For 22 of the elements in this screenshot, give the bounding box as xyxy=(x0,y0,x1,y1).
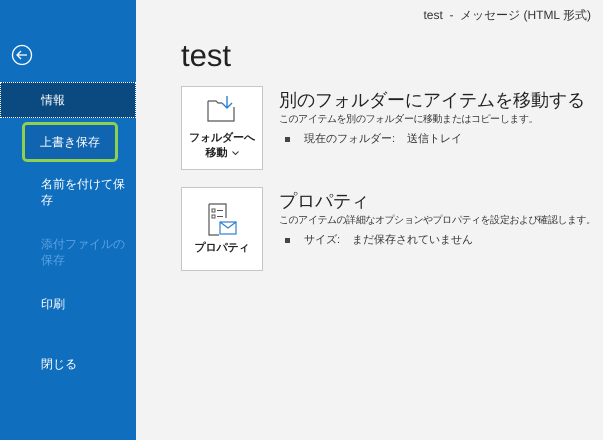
properties-button[interactable]: プロパティ xyxy=(181,187,263,271)
bullet-icon xyxy=(285,136,290,142)
sidebar-item[interactable]: 上書き保存 xyxy=(22,122,118,162)
page-heading: test xyxy=(181,38,232,74)
sidebar-item[interactable]: 閉じる xyxy=(0,346,136,402)
section-description: このアイテムの詳細なオプションやプロパティを設定および確認します。 xyxy=(279,214,596,228)
section-description: このアイテムを別のフォルダーに移動またはコピーします。 xyxy=(279,113,540,127)
sidebar-item[interactable]: 名前を付けて保存 xyxy=(0,166,136,222)
detail-label: サイズ: xyxy=(304,233,340,248)
detail-label: 現在のフォルダー: xyxy=(304,132,396,147)
bullet-icon xyxy=(285,238,290,243)
section-title: プロパティ xyxy=(279,190,370,213)
chevron-down-icon xyxy=(232,150,238,156)
detail-value: まだ保存されていません xyxy=(352,233,474,248)
sidebar-item[interactable]: 情報 xyxy=(0,82,136,118)
sidebar-item[interactable]: 印刷 xyxy=(0,286,136,342)
move-folder-button[interactable]: フォルダーへ移動 xyxy=(181,86,263,170)
window-title: test - メッセージ (HTML 形式) xyxy=(423,7,591,24)
section-title: 別のフォルダーにアイテムを移動する xyxy=(279,89,585,112)
detail-value: 送信トレイ xyxy=(407,132,462,147)
document-envelope-icon xyxy=(207,202,237,236)
folder-arrow-icon xyxy=(207,95,237,123)
